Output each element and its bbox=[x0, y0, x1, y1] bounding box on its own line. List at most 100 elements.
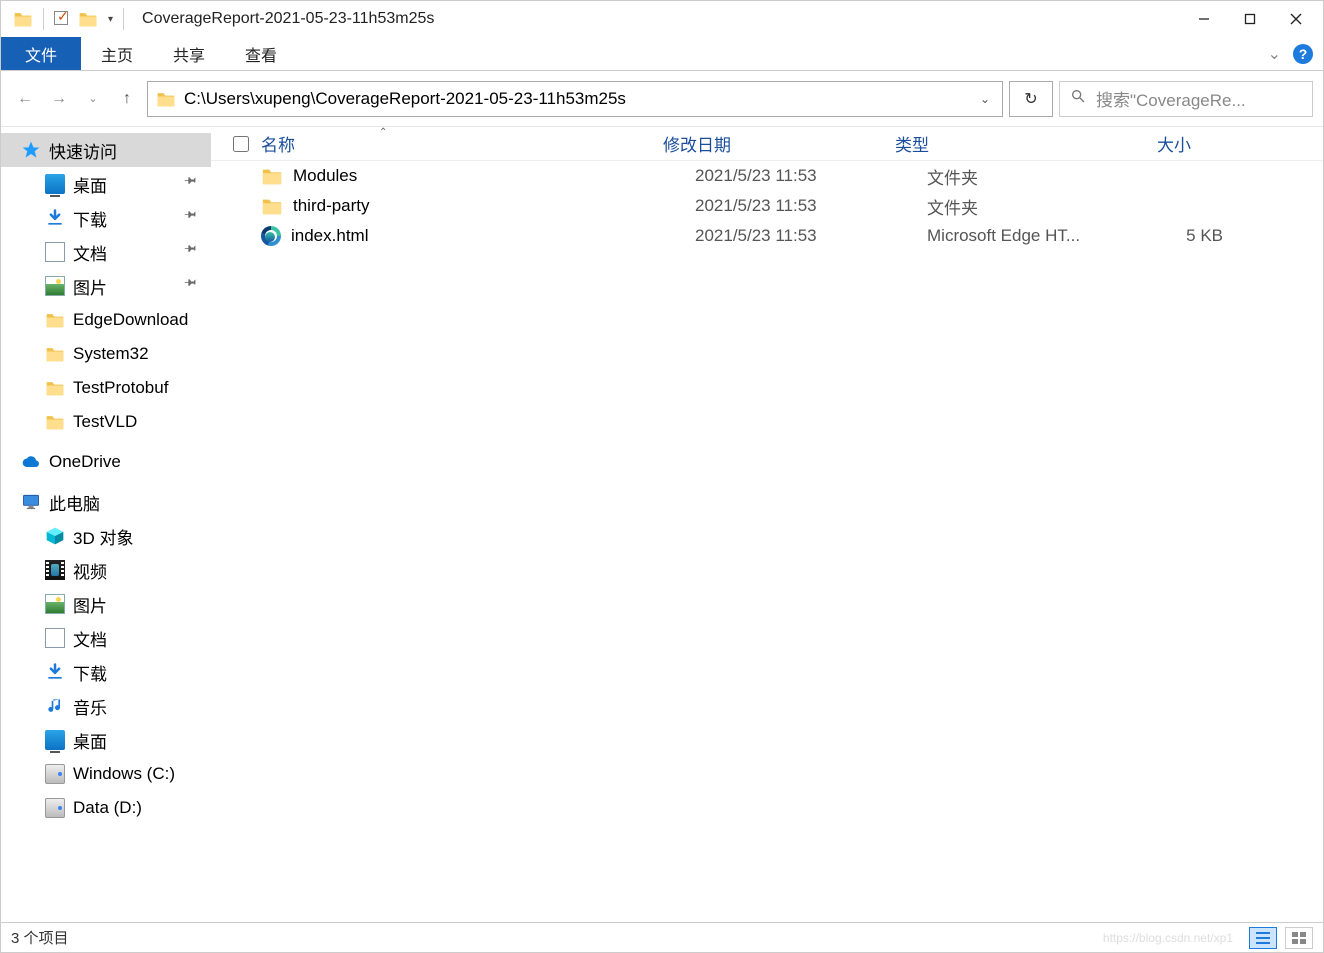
document-icon bbox=[45, 242, 65, 262]
sidebar-this-pc[interactable]: 此电脑 bbox=[1, 485, 211, 519]
column-date[interactable]: 修改日期 bbox=[663, 131, 895, 156]
sidebar-item[interactable]: 图片 bbox=[1, 269, 211, 303]
sidebar-item[interactable]: 3D 对象 bbox=[1, 519, 211, 553]
address-dropdown-icon[interactable]: ⌄ bbox=[976, 92, 994, 106]
search-icon bbox=[1070, 88, 1086, 109]
column-type[interactable]: 类型 bbox=[895, 131, 1091, 156]
watermark-text: https://blog.csdn.net/xp1 bbox=[1103, 931, 1233, 945]
address-input[interactable] bbox=[182, 88, 976, 110]
sidebar-item-label: TestVLD bbox=[73, 412, 137, 432]
file-date: 2021/5/23 11:53 bbox=[695, 196, 927, 216]
music-icon bbox=[45, 696, 65, 716]
nav-back-button[interactable]: ← bbox=[11, 85, 39, 113]
close-button[interactable] bbox=[1273, 4, 1319, 34]
qat-properties-icon[interactable]: ✓ bbox=[54, 11, 68, 28]
sidebar-item-label: 音乐 bbox=[73, 694, 107, 719]
nav-up-button[interactable]: ↑ bbox=[113, 85, 141, 113]
file-type: 文件夹 bbox=[927, 194, 1123, 219]
sidebar-item[interactable]: EdgeDownload bbox=[1, 303, 211, 337]
qat-folder-icon[interactable] bbox=[78, 9, 98, 29]
maximize-button[interactable] bbox=[1227, 4, 1273, 34]
qat-dropdown-icon[interactable]: ▾ bbox=[108, 14, 113, 25]
desktop-icon bbox=[45, 730, 65, 750]
help-icon[interactable]: ? bbox=[1293, 44, 1313, 64]
sidebar-item-label: 3D 对象 bbox=[73, 524, 133, 549]
sidebar-item[interactable]: 下载 bbox=[1, 201, 211, 235]
sidebar-item[interactable]: System32 bbox=[1, 337, 211, 371]
tab-share[interactable]: 共享 bbox=[153, 37, 225, 70]
nav-recent-dropdown[interactable]: ⌄ bbox=[79, 85, 107, 113]
status-item-count: 3 个项目 bbox=[11, 927, 69, 948]
sidebar-item-label: 文档 bbox=[73, 626, 107, 651]
sidebar-item[interactable]: 文档 bbox=[1, 621, 211, 655]
tab-view[interactable]: 查看 bbox=[225, 37, 297, 70]
file-name: third-party bbox=[293, 196, 370, 216]
sidebar-item-label: 图片 bbox=[73, 592, 107, 617]
ribbon-expand-icon[interactable]: ⌄ bbox=[1268, 44, 1281, 64]
sidebar-item-label: 下载 bbox=[73, 206, 107, 231]
tab-home[interactable]: 主页 bbox=[81, 37, 153, 70]
folder-icon bbox=[45, 378, 65, 398]
file-rows[interactable]: Modules2021/5/23 11:53文件夹third-party2021… bbox=[211, 161, 1323, 922]
video-icon bbox=[45, 560, 65, 580]
sidebar-item-label: 文档 bbox=[73, 240, 107, 265]
desktop-icon bbox=[45, 174, 65, 194]
column-name[interactable]: 名称 ⌃ bbox=[261, 131, 663, 156]
folder-icon bbox=[45, 344, 65, 364]
sidebar-item[interactable]: TestVLD bbox=[1, 405, 211, 439]
column-checkbox[interactable] bbox=[229, 133, 261, 155]
folder-icon bbox=[45, 310, 65, 330]
star-icon bbox=[21, 140, 41, 160]
view-icons-button[interactable] bbox=[1285, 927, 1313, 949]
address-field[interactable]: ⌄ bbox=[147, 81, 1003, 117]
sidebar-item[interactable]: TestProtobuf bbox=[1, 371, 211, 405]
3d-objects-icon bbox=[45, 526, 65, 546]
pin-icon bbox=[181, 205, 207, 231]
sidebar-item-label: 图片 bbox=[73, 274, 107, 299]
pin-icon bbox=[181, 171, 207, 197]
file-date: 2021/5/23 11:53 bbox=[695, 226, 927, 246]
sidebar-item-label: Data (D:) bbox=[73, 798, 142, 818]
file-row[interactable]: index.html2021/5/23 11:53Microsoft Edge … bbox=[211, 221, 1323, 251]
sidebar-item-label: 桌面 bbox=[73, 728, 107, 753]
ribbon-tabs: 文件 主页 共享 查看 ⌄ ? bbox=[1, 37, 1323, 71]
file-name: Modules bbox=[293, 166, 357, 186]
sidebar-item[interactable]: 图片 bbox=[1, 587, 211, 621]
sidebar-onedrive[interactable]: OneDrive bbox=[1, 445, 211, 479]
view-details-button[interactable] bbox=[1249, 927, 1277, 949]
separator bbox=[43, 8, 44, 30]
sidebar-item[interactable]: 音乐 bbox=[1, 689, 211, 723]
refresh-button[interactable]: ↻ bbox=[1009, 81, 1053, 117]
file-row[interactable]: third-party 2021/5/23 11:53文件夹 bbox=[211, 191, 1323, 221]
sidebar-item-label: 桌面 bbox=[73, 172, 107, 197]
sidebar-quick-access-label: 快速访问 bbox=[49, 138, 117, 163]
file-list: 名称 ⌃ 修改日期 类型 大小 Modules2021/5/23 11:53文件… bbox=[211, 127, 1323, 922]
sidebar-item[interactable]: 视频 bbox=[1, 553, 211, 587]
folder-icon bbox=[261, 165, 283, 187]
separator bbox=[123, 8, 124, 30]
sidebar-item[interactable]: 下载 bbox=[1, 655, 211, 689]
nav-forward-button[interactable]: → bbox=[45, 85, 73, 113]
minimize-button[interactable] bbox=[1181, 4, 1227, 34]
navigation-pane[interactable]: 快速访问 桌面下载文档图片EdgeDownloadSystem32TestPro… bbox=[1, 127, 211, 922]
drive-icon bbox=[45, 764, 65, 784]
sidebar-item[interactable]: 文档 bbox=[1, 235, 211, 269]
column-size[interactable]: 大小 bbox=[1091, 131, 1211, 156]
file-size: 5 KB bbox=[1123, 226, 1243, 246]
pictures-icon bbox=[45, 594, 65, 614]
document-icon bbox=[45, 628, 65, 648]
file-type: 文件夹 bbox=[927, 164, 1123, 189]
sidebar-quick-access[interactable]: 快速访问 bbox=[1, 133, 211, 167]
search-field[interactable]: 搜索"CoverageRe... bbox=[1059, 81, 1313, 117]
pictures-icon bbox=[45, 276, 65, 296]
sidebar-item[interactable]: 桌面 bbox=[1, 167, 211, 201]
sidebar-item[interactable]: 桌面 bbox=[1, 723, 211, 757]
window-title: CoverageReport-2021-05-23-11h53m25s bbox=[132, 10, 434, 28]
onedrive-icon bbox=[21, 452, 41, 472]
sidebar-item[interactable]: Data (D:) bbox=[1, 791, 211, 825]
file-row[interactable]: Modules2021/5/23 11:53文件夹 bbox=[211, 161, 1323, 191]
sidebar-item[interactable]: Windows (C:) bbox=[1, 757, 211, 791]
tab-file[interactable]: 文件 bbox=[1, 37, 81, 70]
sidebar-item-label: 视频 bbox=[73, 558, 107, 583]
sidebar-item-label: Windows (C:) bbox=[73, 764, 175, 784]
